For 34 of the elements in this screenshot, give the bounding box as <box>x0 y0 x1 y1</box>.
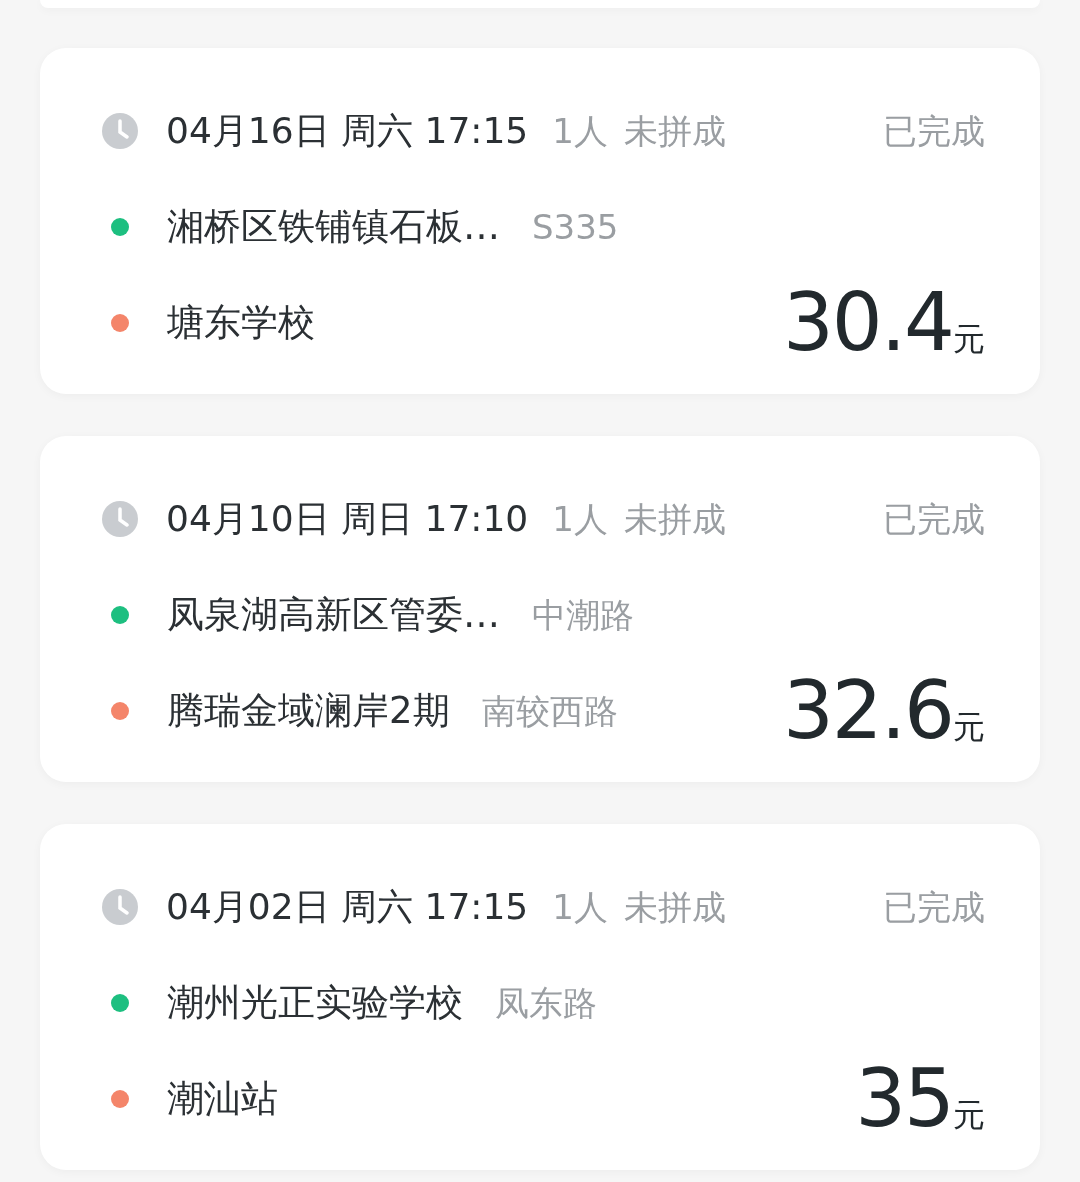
trip-card[interactable]: 04月16日 周六 17:15 1人 未拼成 已完成 湘桥区铁铺镇石板… S335 塘东学校 30.4元 <box>40 48 1040 394</box>
trip-card[interactable]: 04月10日 周日 17:10 1人 未拼成 已完成 凤泉湖高新区管委… 中潮路 腾瑞金域澜岸2期 南较西路 32.6元 <box>40 436 1040 782</box>
currency-unit: 元 <box>953 1095 985 1136</box>
order-status: 已完成 <box>883 885 985 929</box>
clock-icon <box>102 501 138 537</box>
trip-datetime: 04月02日 周六 17:15 <box>166 885 529 929</box>
pool-status: 未拼成 <box>623 885 726 929</box>
price-amount: 30.4 <box>782 283 953 363</box>
stop-name: 湘桥区铁铺镇石板… <box>167 204 500 251</box>
price-amount: 32.6 <box>782 671 953 751</box>
passenger-count: 1人 <box>552 497 608 541</box>
road-name: S335 <box>532 205 619 249</box>
order-status: 已完成 <box>883 109 985 153</box>
road-name: 南较西路 <box>481 689 618 733</box>
trip-datetime: 04月10日 周日 17:10 <box>166 497 529 541</box>
order-status: 已完成 <box>883 497 985 541</box>
pool-status: 未拼成 <box>623 109 726 153</box>
price-amount: 35 <box>855 1059 953 1139</box>
currency-unit: 元 <box>953 319 985 360</box>
passenger-count: 1人 <box>552 885 608 929</box>
stop-name: 塘东学校 <box>167 300 315 347</box>
stop-name: 潮汕站 <box>167 1076 278 1123</box>
clock-icon <box>102 113 138 149</box>
clock-icon <box>102 889 138 925</box>
passenger-count: 1人 <box>552 109 608 153</box>
trip-card[interactable]: 04月02日 周六 17:15 1人 未拼成 已完成 潮州光正实验学校 凤东路 潮汕站 35元 <box>40 824 1040 1170</box>
stop-name: 腾瑞金域澜岸2期 <box>167 688 450 735</box>
currency-unit: 元 <box>953 707 985 748</box>
road-name: 凤东路 <box>495 981 597 1025</box>
stop-name: 潮州光正实验学校 <box>167 980 463 1027</box>
stop-name: 凤泉湖高新区管委… <box>167 592 500 639</box>
road-name: 中潮路 <box>532 593 634 637</box>
pool-status: 未拼成 <box>623 497 726 541</box>
trip-datetime: 04月16日 周六 17:15 <box>166 109 529 153</box>
